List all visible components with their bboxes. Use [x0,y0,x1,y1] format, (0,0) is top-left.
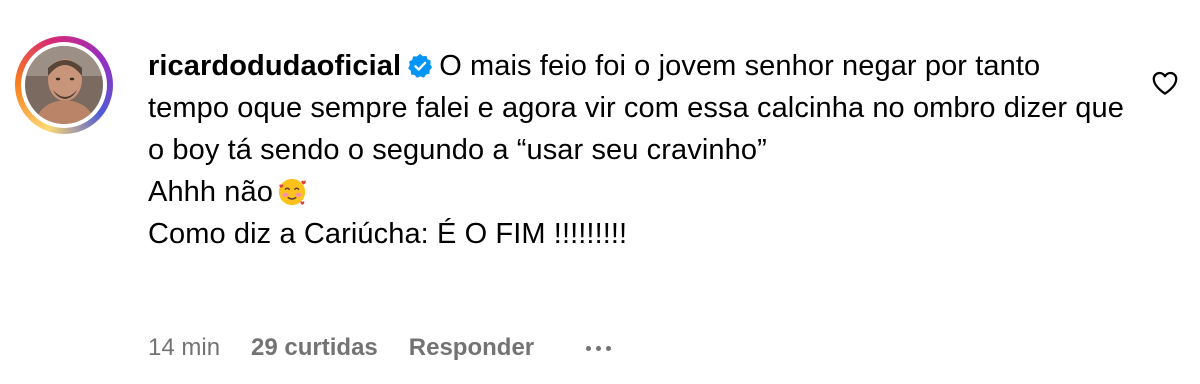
verified-badge-icon [407,49,433,78]
comment-meta: 14 min 29 curtidas Responder [148,334,612,362]
comment: ricardodudaoficial O mais feio foi o jove… [0,0,1200,384]
username-link[interactable]: ricardodudaoficial [148,50,401,82]
comment-body: ricardodudaoficial O mais feio foi o jove… [148,45,1128,255]
avatar[interactable] [25,46,103,124]
story-ring[interactable] [15,36,113,134]
comment-timestamp[interactable]: 14 min [148,334,220,362]
heart-outline-icon[interactable] [1150,68,1180,98]
comment-text: ricardodudaoficial O mais feio foi o jove… [148,45,1128,255]
comment-line-ahhh: Ahhh não [148,176,273,208]
face-with-hearts-emoji-icon [277,177,307,207]
likes-count[interactable]: 29 curtidas [251,334,378,362]
reply-button[interactable]: Responder [409,334,534,362]
comment-line-last: Como diz a Cariúcha: É O FIM !!!!!!!!! [148,218,628,250]
more-dots-icon[interactable] [586,345,612,351]
